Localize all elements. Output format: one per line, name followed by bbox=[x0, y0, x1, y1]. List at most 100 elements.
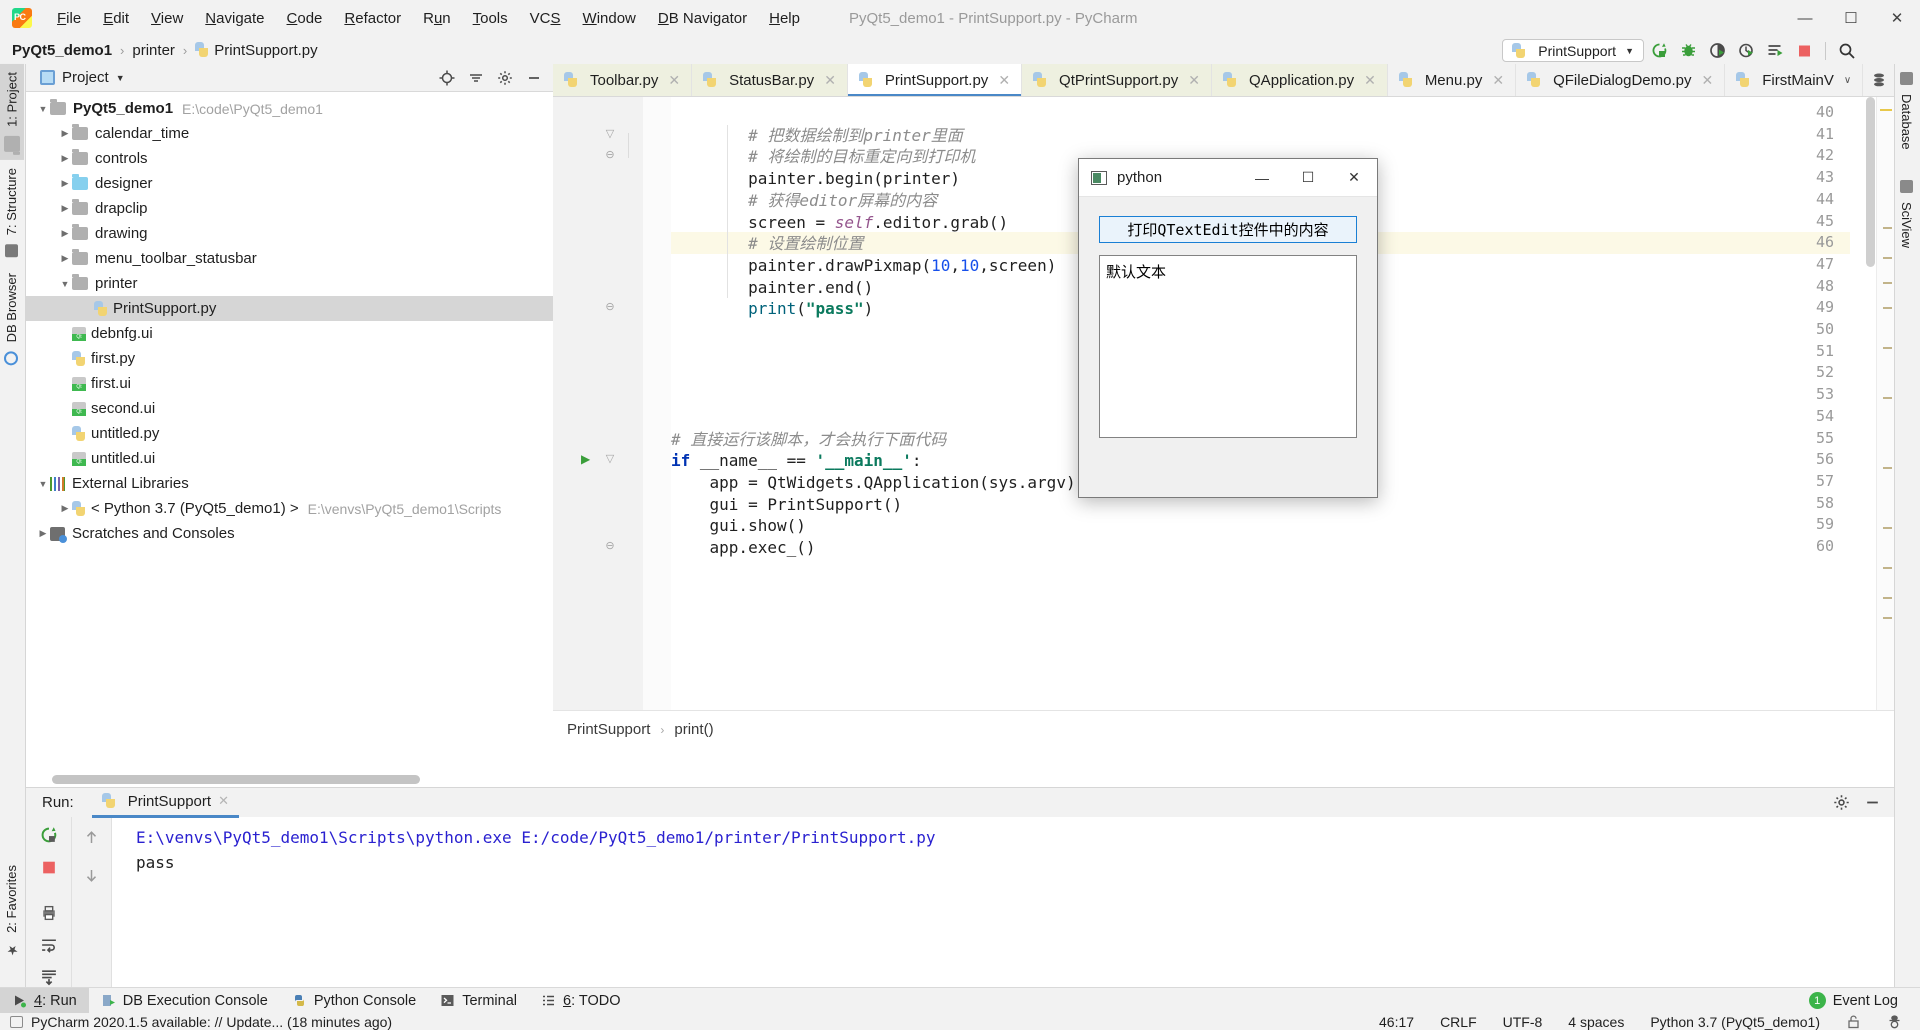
tree-node[interactable]: ▶ designer bbox=[26, 171, 553, 196]
tree-node[interactable]: ▼ External Libraries bbox=[26, 471, 553, 496]
hector-inspection-icon[interactable] bbox=[1887, 1014, 1902, 1029]
status-message[interactable]: PyCharm 2020.1.5 available: // Update...… bbox=[10, 1014, 392, 1030]
minimize-button[interactable]: — bbox=[1782, 0, 1828, 36]
error-stripe-marker[interactable] bbox=[1883, 282, 1892, 284]
menu-item-view[interactable]: View bbox=[140, 6, 194, 31]
tree-node[interactable]: ▶ < Python 3.7 (PyQt5_demo1) > E:\venvs\Py… bbox=[26, 496, 553, 521]
code-fold-marker-icon[interactable]: ▽ bbox=[603, 127, 617, 140]
hide-panel-icon[interactable] bbox=[520, 66, 547, 90]
error-stripe-marker[interactable] bbox=[1883, 307, 1892, 309]
close-icon[interactable]: ✕ bbox=[824, 72, 836, 89]
run-line-icon[interactable]: ▶ bbox=[581, 452, 590, 466]
menu-item-file[interactable]: File bbox=[46, 6, 92, 31]
line-separator[interactable]: CRLF bbox=[1440, 1014, 1477, 1030]
error-stripe-marker[interactable] bbox=[1883, 567, 1892, 569]
tree-node[interactable]: ▼ PyQt5_demo1 E:\code\PyQt5_demo1 bbox=[26, 96, 553, 121]
error-stripe-marker[interactable] bbox=[1883, 527, 1892, 529]
project-tree[interactable]: ▼ PyQt5_demo1 E:\code\PyQt5_demo1 ▶ calendar… bbox=[26, 92, 553, 546]
editor-tab-qtprintsupport-py[interactable]: QtPrintSupport.py ✕ bbox=[1022, 64, 1213, 96]
tree-node[interactable]: first.ui bbox=[26, 371, 553, 396]
tree-expand-arrow-icon[interactable]: ▶ bbox=[58, 203, 72, 214]
close-icon[interactable]: ✕ bbox=[1492, 72, 1504, 89]
chevron-down-icon[interactable]: ∨ bbox=[1844, 75, 1851, 86]
tree-node[interactable]: ▶ calendar_time bbox=[26, 121, 553, 146]
error-stripe-marker-bar[interactable] bbox=[1876, 97, 1894, 748]
close-icon[interactable]: ✕ bbox=[1701, 72, 1713, 89]
tree-node[interactable]: ▶ drapclip bbox=[26, 196, 553, 221]
tree-node[interactable]: ▶ Scratches and Consoles bbox=[26, 521, 553, 546]
lock-icon[interactable] bbox=[1846, 1014, 1861, 1029]
error-stripe-marker[interactable] bbox=[1883, 467, 1892, 469]
tree-expand-arrow-icon[interactable]: ▶ bbox=[58, 128, 72, 139]
run-configuration-selector[interactable]: PrintSupport ▼ bbox=[1502, 39, 1644, 62]
tree-expand-arrow-icon[interactable]: ▼ bbox=[36, 104, 50, 114]
tree-node[interactable]: untitled.ui bbox=[26, 446, 553, 471]
scrollbar-thumb[interactable] bbox=[52, 775, 420, 784]
breadcrumb-file[interactable]: PrintSupport.py bbox=[195, 41, 318, 59]
indent-setting[interactable]: 4 spaces bbox=[1568, 1014, 1624, 1030]
rerun-icon[interactable] bbox=[1646, 39, 1673, 62]
up-arrow-icon[interactable] bbox=[79, 825, 105, 849]
python-dialog-window[interactable]: python — ☐ ✕ 打印QTextEdit控件中的内容 默认文本 bbox=[1078, 158, 1378, 498]
project-panel-title[interactable]: Project ▼ bbox=[40, 69, 125, 86]
menu-item-code[interactable]: Code bbox=[276, 6, 334, 31]
error-stripe-marker[interactable] bbox=[1880, 109, 1892, 111]
run-tab-printsupport[interactable]: PrintSupport ✕ bbox=[91, 788, 239, 818]
editor-tab-printsupport-py[interactable]: PrintSupport.py ✕ bbox=[847, 64, 1023, 96]
editor-tab-firstmainv[interactable]: FirstMainV ∨ bbox=[1725, 64, 1864, 96]
tree-node[interactable]: second.ui bbox=[26, 396, 553, 421]
sidebar-tab-structure[interactable]: 7: Structure bbox=[0, 160, 23, 265]
error-stripe-marker[interactable] bbox=[1883, 257, 1892, 259]
collapse-all-icon[interactable] bbox=[462, 66, 489, 90]
close-icon[interactable]: ✕ bbox=[998, 72, 1010, 89]
code-fold-marker-icon[interactable]: ▽ bbox=[603, 452, 617, 465]
rerun-icon[interactable] bbox=[36, 825, 62, 846]
run-console-output[interactable]: E:\venvs\PyQt5_demo1\Scripts\python.exe … bbox=[112, 817, 1894, 987]
close-button[interactable]: ✕ bbox=[1874, 0, 1920, 36]
gear-icon[interactable] bbox=[491, 66, 518, 90]
python-interpreter[interactable]: Python 3.7 (PyQt5_demo1) bbox=[1650, 1014, 1820, 1030]
project-horizontal-scrollbar[interactable] bbox=[52, 775, 552, 784]
scroll-to-end-icon[interactable] bbox=[36, 966, 62, 987]
menu-item-db-navigator[interactable]: DB Navigator bbox=[647, 6, 758, 31]
print-icon[interactable] bbox=[36, 903, 62, 924]
code-fold-marker-icon[interactable]: ⊖ bbox=[603, 300, 617, 313]
breadcrumb-project[interactable]: PyQt5_demo1 bbox=[12, 42, 112, 59]
breadcrumb-folder[interactable]: printer bbox=[132, 42, 175, 59]
editor-breadcrumb-method[interactable]: print() bbox=[674, 721, 713, 738]
editor-tab-qfiledialogdemo-py[interactable]: QFileDialogDemo.py ✕ bbox=[1516, 64, 1726, 96]
tree-expand-arrow-icon[interactable]: ▼ bbox=[58, 279, 72, 289]
error-stripe-marker[interactable] bbox=[1883, 617, 1892, 619]
editor-vertical-scrollbar[interactable] bbox=[1864, 97, 1876, 748]
code-fold-marker-icon[interactable]: ⊖ bbox=[603, 539, 617, 552]
menu-item-refactor[interactable]: Refactor bbox=[333, 6, 412, 31]
close-icon[interactable]: ✕ bbox=[1188, 72, 1200, 89]
menu-item-tools[interactable]: Tools bbox=[462, 6, 519, 31]
file-encoding[interactable]: UTF-8 bbox=[1503, 1014, 1543, 1030]
python-dialog-minimize-button[interactable]: — bbox=[1239, 159, 1285, 197]
search-everywhere-icon[interactable] bbox=[1833, 39, 1860, 62]
tree-node[interactable]: untitled.py bbox=[26, 421, 553, 446]
hide-panel-icon[interactable] bbox=[1859, 791, 1886, 815]
tree-expand-arrow-icon[interactable]: ▶ bbox=[58, 253, 72, 264]
python-dialog-maximize-button[interactable]: ☐ bbox=[1285, 159, 1331, 197]
editor-tab-menu-py[interactable]: Menu.py ✕ bbox=[1387, 64, 1517, 96]
menu-item-help[interactable]: Help bbox=[758, 6, 811, 31]
down-arrow-icon[interactable] bbox=[79, 863, 105, 887]
soft-wrap-icon[interactable] bbox=[36, 934, 62, 955]
error-stripe-marker[interactable] bbox=[1883, 347, 1892, 349]
sidebar-tab-favorites[interactable]: ★ 2: Favorites bbox=[0, 857, 23, 965]
menu-item-vcs[interactable]: VCS bbox=[519, 6, 572, 31]
tree-node[interactable]: ▶ drawing bbox=[26, 221, 553, 246]
error-stripe-marker[interactable] bbox=[1883, 227, 1892, 229]
editor-gutter[interactable] bbox=[553, 97, 671, 748]
menu-item-edit[interactable]: Edit bbox=[92, 6, 140, 31]
editor-horizontal-scrollbar[interactable] bbox=[553, 701, 1894, 710]
tree-node[interactable]: first.py bbox=[26, 346, 553, 371]
tree-expand-arrow-icon[interactable]: ▶ bbox=[58, 153, 72, 164]
menu-item-navigate[interactable]: Navigate bbox=[194, 6, 275, 31]
close-icon[interactable]: ✕ bbox=[668, 72, 680, 89]
bottom-tab-4-run[interactable]: 4: Run bbox=[0, 987, 89, 1014]
editor-tab-qapplication-py[interactable]: QApplication.py ✕ bbox=[1212, 64, 1388, 96]
tree-node[interactable]: debnfg.ui bbox=[26, 321, 553, 346]
